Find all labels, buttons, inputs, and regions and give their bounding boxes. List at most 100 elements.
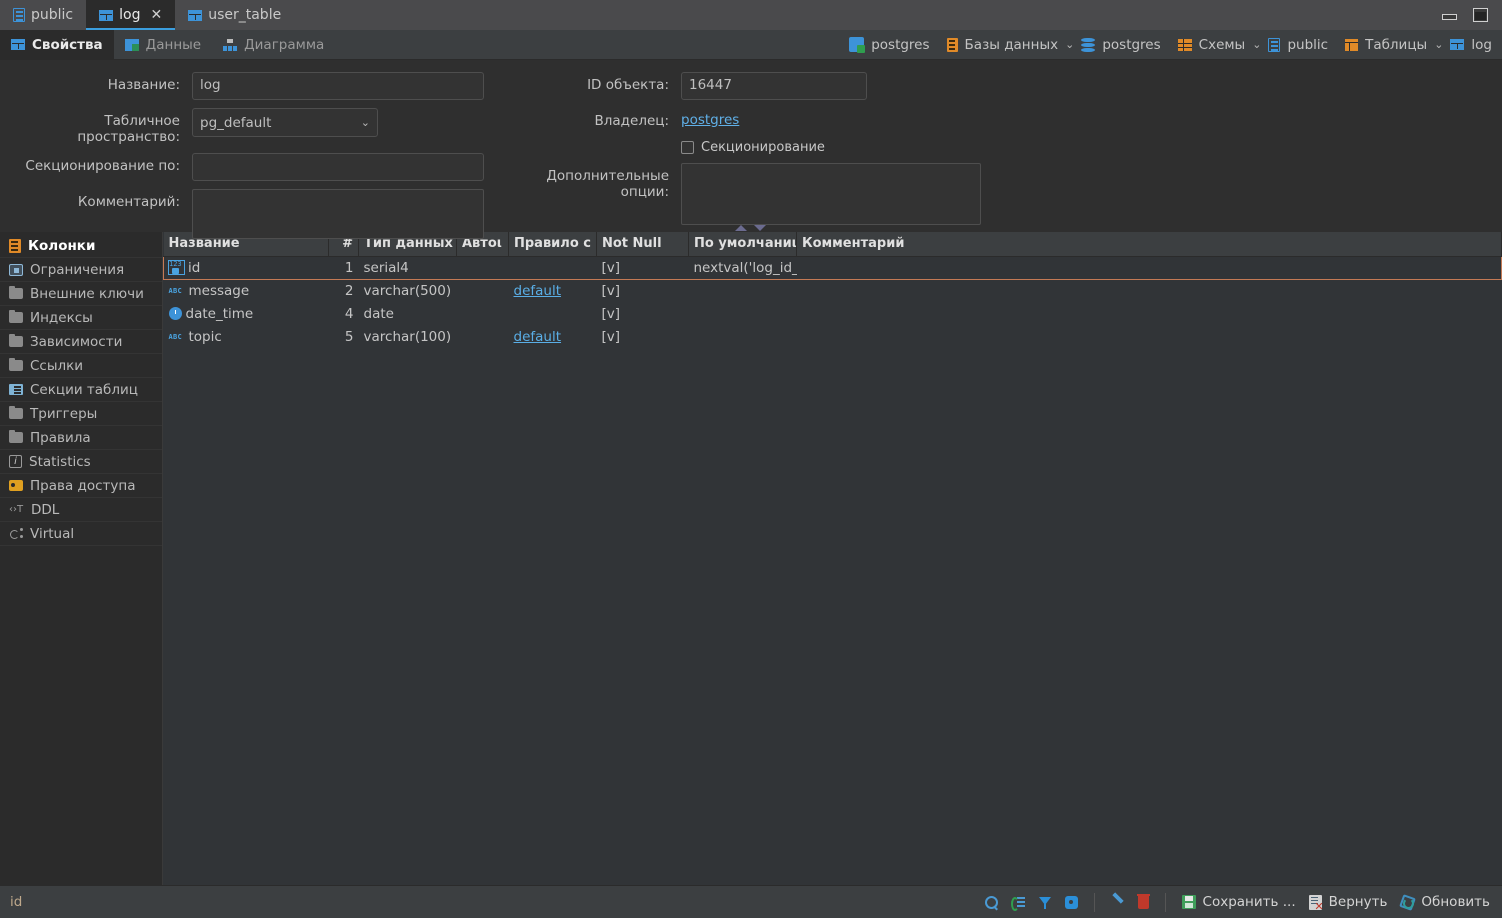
cell-comment[interactable] [797,279,1502,302]
status-text: id [10,894,23,910]
tablespace-select[interactable]: pg_default ⌄ [192,108,378,137]
refresh-button[interactable]: Обновить [1400,894,1490,910]
funnel-icon[interactable] [1038,896,1052,909]
comment-textarea[interactable] [192,189,484,239]
breadcrumb-item-connection[interactable]: postgres [871,37,929,53]
gear-icon[interactable] [1064,895,1078,909]
object-id-input[interactable]: 16447 [681,72,867,100]
cell-datatype[interactable]: varchar(500) [359,279,457,302]
sidebar-item-dependencies[interactable]: Зависимости [0,330,162,354]
cell-notnull[interactable]: [v] [596,255,689,280]
collapse-down-icon[interactable] [754,225,766,231]
sidebar-item-triggers[interactable]: Триггеры [0,402,162,426]
chevron-down-icon[interactable]: ⌄ [1252,39,1261,50]
cell-collation[interactable]: default [509,325,597,348]
cell-name[interactable]: ABC topic [164,325,329,348]
window-tab-log[interactable]: log ✕ [86,0,176,30]
cell-notnull[interactable]: [v] [597,279,689,302]
partitioning-checkbox-row[interactable]: Секционирование [681,137,825,155]
cell-collation[interactable] [509,302,597,325]
cell-comment[interactable] [797,325,1502,348]
cell-number[interactable]: 4 [329,302,359,325]
tab-data[interactable]: Данные [114,30,212,59]
sidebar-item-statistics[interactable]: i Statistics [0,450,162,474]
column-header-default[interactable]: По умолчаниι [688,232,797,257]
maximize-icon[interactable] [1473,8,1488,22]
breadcrumb-item-tables[interactable]: Таблицы [1365,37,1427,53]
sidebar-item-references[interactable]: Ссылки [0,354,162,378]
breadcrumb-item-database[interactable]: postgres [1102,37,1160,53]
sidebar-item-ddl[interactable]: ‹›T DDL [0,498,162,522]
sidebar-item-foreign-keys[interactable]: Внешние ключи [0,282,162,306]
cell-default[interactable] [689,302,797,325]
text-icon: ABC [168,286,183,295]
chevron-down-icon[interactable]: ⌄ [1434,39,1443,50]
breadcrumb-item-table[interactable]: log [1471,37,1492,53]
cell-comment[interactable] [797,302,1502,325]
cell-collation[interactable]: default [509,279,597,302]
sidebar-item-label: Триггеры [30,405,98,422]
cell-comment[interactable] [796,255,1502,280]
column-header-collation[interactable]: Правило с [508,232,597,257]
collapse-up-icon[interactable] [735,225,747,231]
collation-link[interactable]: default [514,329,562,345]
save-button[interactable]: Сохранить ... [1181,894,1296,910]
search-icon[interactable] [984,895,998,909]
sidebar-item-indexes[interactable]: Индексы [0,306,162,330]
cell-autoincrement[interactable] [456,255,509,280]
breadcrumb-item-schemas[interactable]: Схемы [1199,37,1246,53]
cell-name[interactable]: 123 id [163,255,329,280]
minimize-icon[interactable] [1442,9,1457,22]
cell-autoincrement[interactable] [457,302,509,325]
cell-name[interactable]: ABC message [164,279,329,302]
table-row[interactable]: 123 id 1 serial4 [v] nextval('log_id_ [163,255,1502,280]
cell-number[interactable]: 5 [329,325,359,348]
sidebar-item-rules[interactable]: Правила [0,426,162,450]
cell-autoincrement[interactable] [457,279,509,302]
close-icon[interactable]: ✕ [150,8,162,22]
cell-datatype[interactable]: varchar(100) [359,325,457,348]
cell-notnull[interactable]: [v] [597,325,689,348]
owner-link[interactable]: postgres [681,108,739,128]
chevron-down-icon[interactable]: ⌄ [1065,39,1074,50]
status-bar: id Сохранить ... Вернуть Обновить [0,885,1502,918]
cell-number[interactable]: 1 [328,255,359,280]
save-icon [1181,895,1196,909]
table-row[interactable]: date_time 4 date [v] [164,302,1502,325]
name-input[interactable]: log [192,72,484,100]
cell-name[interactable]: date_time [164,302,329,325]
cell-default[interactable] [689,325,797,348]
revert-button[interactable]: Вернуть [1308,894,1387,911]
breadcrumb-item-databases[interactable]: Базы данных [965,37,1059,53]
cell-datatype[interactable]: date [359,302,457,325]
window-tab-user_table[interactable]: user_table [175,0,294,30]
table-icon [99,9,114,21]
cell-default[interactable] [689,279,797,302]
filter-list-icon[interactable] [1010,896,1026,911]
cell-notnull[interactable]: [v] [597,302,689,325]
tab-properties[interactable]: Свойства [0,30,114,59]
breadcrumb-item-schema[interactable]: public [1287,37,1328,53]
cell-collation[interactable] [508,255,597,280]
table-icon [188,9,203,21]
sidebar-item-constraints[interactable]: Ограничения [0,258,162,282]
sidebar-item-virtual[interactable]: Virtual [0,522,162,546]
sidebar-item-table-partitions[interactable]: Секции таблиц [0,378,162,402]
pencil-icon[interactable] [1111,895,1125,909]
extra-options-textarea[interactable] [681,163,981,225]
collation-link[interactable]: default [514,283,562,299]
cell-default[interactable]: nextval('log_id_ [688,255,797,280]
table-row[interactable]: ABC topic 5 varchar(100) default [v] [164,325,1502,348]
sidebar-item-permissions[interactable]: Права доступа [0,474,162,498]
cell-datatype[interactable]: serial4 [358,255,457,280]
partitioning-checkbox[interactable] [681,141,694,154]
table-row[interactable]: ABC message 2 varchar(500) default [v] [164,279,1502,302]
column-header-notnull[interactable]: Not Null [596,232,689,257]
cell-autoincrement[interactable] [457,325,509,348]
window-tab-public[interactable]: public [0,0,86,30]
partition-by-input[interactable] [192,153,484,181]
trash-icon[interactable] [1136,893,1150,909]
column-header-comment[interactable]: Комментарий [796,232,1502,257]
tab-diagram[interactable]: Диаграмма [212,30,335,59]
cell-number[interactable]: 2 [329,279,359,302]
